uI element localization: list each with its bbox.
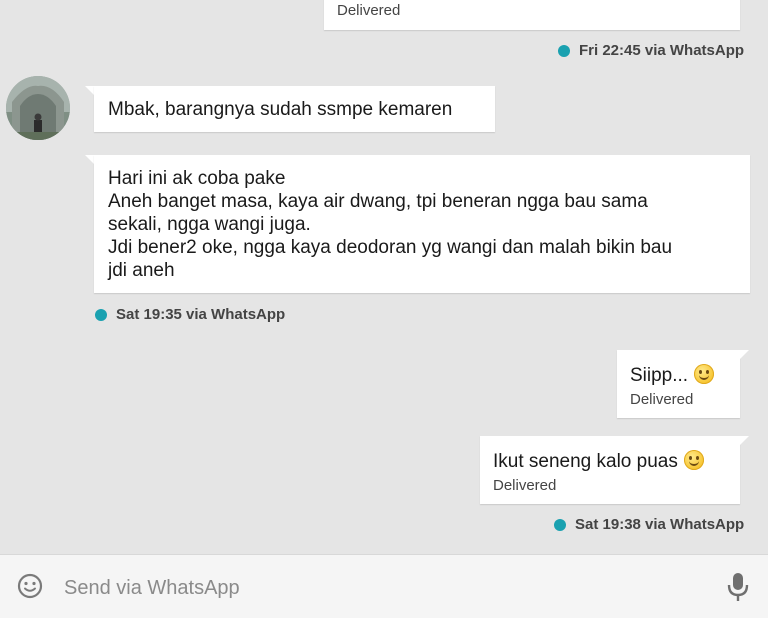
- smiling-face-emoji-icon: [694, 364, 715, 384]
- status-dot-icon: [554, 518, 566, 531]
- timestamp-text: Fri 22:45 via WhatsApp: [579, 42, 745, 59]
- message-text-line: Ikut seneng kalo puas: [493, 450, 704, 473]
- timestamp-text: Sat 19:35 via WhatsApp: [116, 306, 286, 323]
- message-text-line: Siipp...: [630, 364, 715, 387]
- smiley-icon[interactable]: [17, 573, 43, 599]
- message-bubble-sent[interactable]: Delivered: [324, 0, 740, 30]
- message-text: Ikut seneng kalo puas: [493, 451, 678, 472]
- timestamp-status: Sat 19:35 via WhatsApp: [95, 306, 285, 323]
- message-input-bar: Send via WhatsApp: [0, 554, 768, 618]
- delivered-status: Delivered: [493, 477, 557, 494]
- status-dot-icon: [558, 44, 570, 57]
- delivered-status: Delivered: [630, 391, 694, 408]
- avatar-photo: [6, 76, 70, 140]
- contact-avatar[interactable]: [6, 76, 70, 140]
- message-bubble-received[interactable]: Hari ini ak coba pake Aneh banget masa, …: [94, 155, 750, 293]
- bubble-tail: [85, 155, 94, 164]
- timestamp-status: Sat 19:38 via WhatsApp: [554, 516, 744, 533]
- message-text: Siipp...: [630, 365, 689, 386]
- message-input[interactable]: Send via WhatsApp: [64, 577, 240, 600]
- timestamp-status: Fri 22:45 via WhatsApp: [558, 42, 744, 59]
- timestamp-text: Sat 19:38 via WhatsApp: [575, 516, 745, 533]
- bubble-tail: [740, 350, 749, 359]
- message-text: Hari ini ak coba pake Aneh banget masa, …: [108, 168, 673, 281]
- message-bubble-sent[interactable]: Ikut seneng kalo puas Delivered: [480, 436, 740, 504]
- bubble-tail: [740, 436, 749, 445]
- smiling-face-emoji-icon: [683, 450, 704, 470]
- status-dot-icon: [95, 308, 107, 321]
- bubble-tail: [85, 86, 94, 95]
- message-bubble-sent[interactable]: Siipp... Delivered: [617, 350, 740, 418]
- delivered-status: Delivered: [337, 2, 401, 19]
- message-text: Mbak, barangnya sudah ssmpe kemaren: [108, 99, 453, 120]
- microphone-icon[interactable]: [726, 571, 750, 603]
- message-bubble-received[interactable]: Mbak, barangnya sudah ssmpe kemaren: [94, 86, 495, 132]
